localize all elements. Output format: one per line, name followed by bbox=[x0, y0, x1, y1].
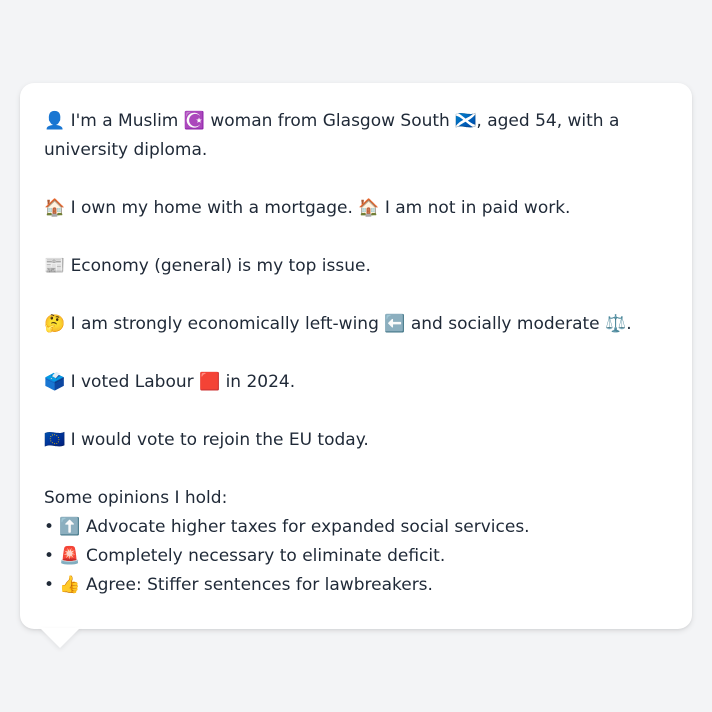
opinion-item: • 👍 Agree: Stiffer sentences for lawbrea… bbox=[44, 575, 433, 595]
opinion-item: • ⬆️ Advocate higher taxes for expanded … bbox=[44, 517, 530, 537]
bio-vote: 🗳️ I voted Labour 🟥 in 2024. bbox=[44, 372, 296, 392]
bio-politics: 🤔 I am strongly economically left-wing ⬅… bbox=[44, 314, 632, 334]
opinions-title: Some opinions I hold: bbox=[44, 488, 228, 508]
bio-top-issue: 📰 Economy (general) is my top issue. bbox=[44, 256, 371, 276]
bio-intro: 👤 I'm a Muslim ☪️ woman from Glasgow Sou… bbox=[44, 111, 620, 160]
bio-home: 🏠 I own my home with a mortgage. 🏠 I am … bbox=[44, 198, 571, 218]
bio-eu: 🇪🇺 I would vote to rejoin the EU today. bbox=[44, 430, 369, 450]
persona-card: 👤 I'm a Muslim ☪️ woman from Glasgow Sou… bbox=[20, 83, 692, 629]
speech-bubble-tail bbox=[40, 628, 80, 648]
opinion-item: • 🚨 Completely necessary to eliminate de… bbox=[44, 546, 446, 566]
